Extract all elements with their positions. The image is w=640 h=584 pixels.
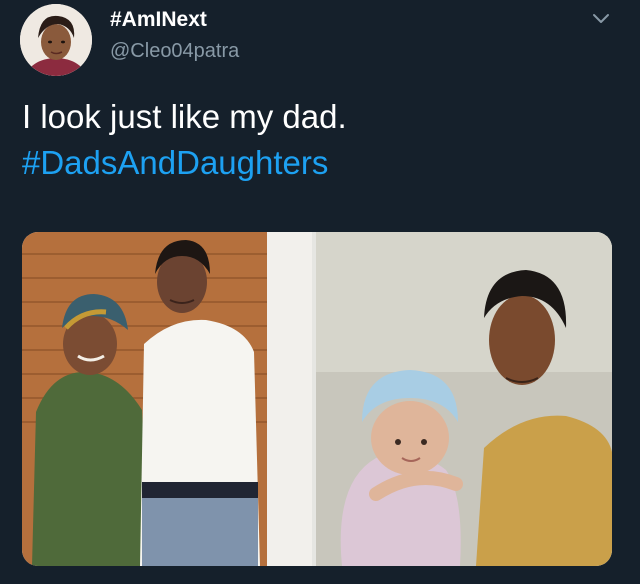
author-handle[interactable]: @Cleo04patra — [110, 40, 239, 63]
photo-present-day-image — [22, 232, 312, 566]
photo-present-day[interactable] — [22, 232, 312, 566]
hashtag-link[interactable]: #DadsAndDaughters — [22, 140, 612, 186]
photo-vintage-image — [316, 232, 612, 566]
tweet[interactable]: #AmINext @Cleo04patra I look just like m… — [0, 0, 640, 584]
tweet-media[interactable] — [22, 232, 612, 566]
author-display-name[interactable]: #AmINext — [110, 8, 207, 32]
tweet-text-line: I look just like my dad. — [22, 98, 347, 135]
tweet-text: I look just like my dad. #DadsAndDaughte… — [22, 94, 612, 186]
avatar-photo — [20, 4, 92, 76]
photo-vintage[interactable] — [316, 232, 612, 566]
author-avatar[interactable] — [20, 4, 92, 76]
chevron-down-icon[interactable] — [590, 10, 612, 28]
